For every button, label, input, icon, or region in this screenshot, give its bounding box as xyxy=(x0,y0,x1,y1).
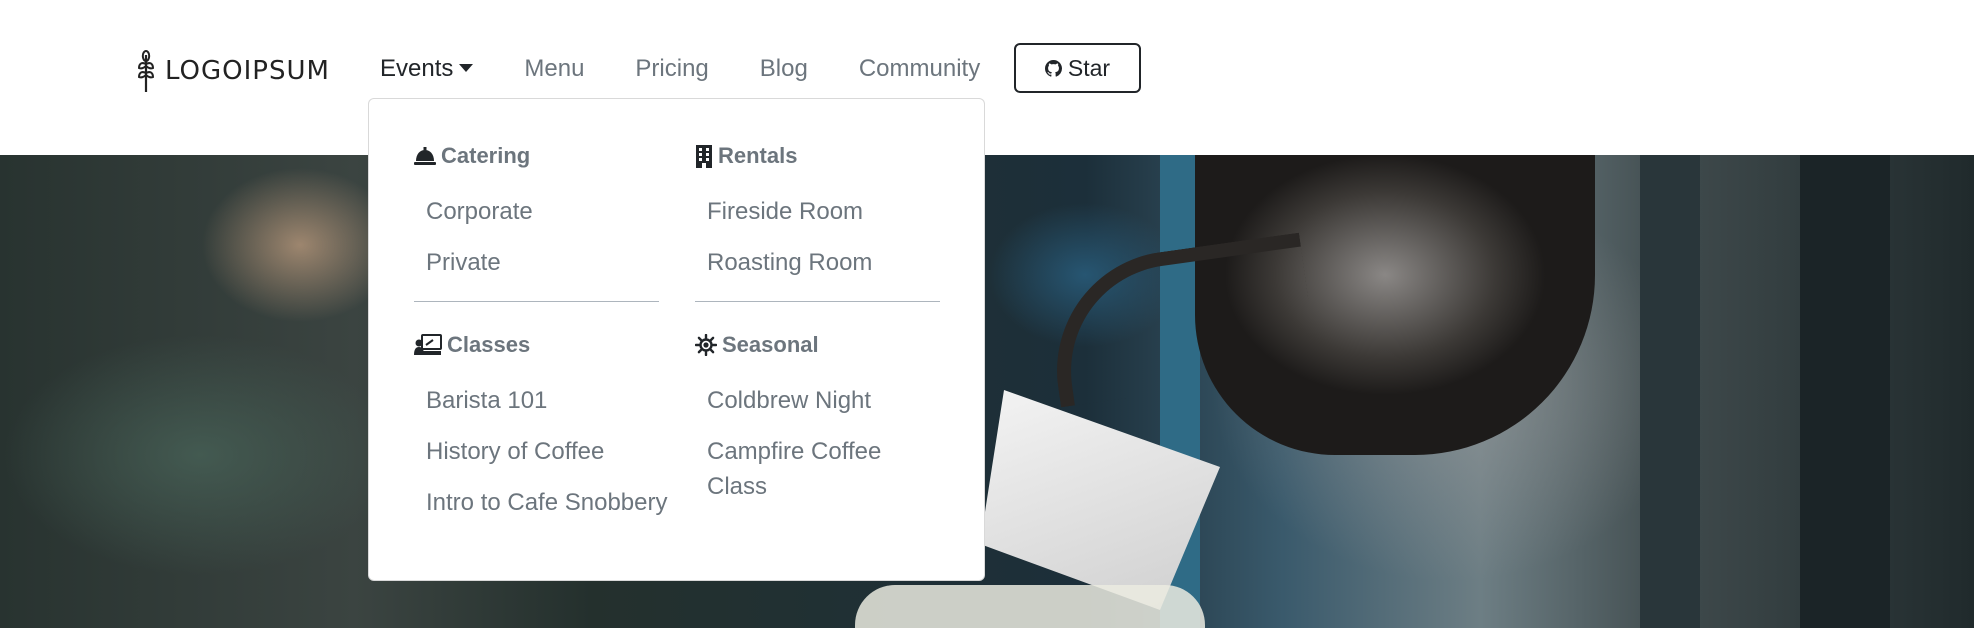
nav-item-blog[interactable]: Blog xyxy=(760,50,808,88)
github-icon xyxy=(1044,59,1062,77)
events-dropdown-menu: Catering Corporate Private Rentals Fires… xyxy=(368,98,985,581)
section-header-classes: Classes xyxy=(414,330,659,360)
section-title: Classes xyxy=(447,332,531,357)
hero-backdrop-pillar xyxy=(1640,155,1700,628)
section-seasonal: Seasonal Coldbrew Night Campfire Coffee … xyxy=(695,330,940,520)
section-title: Rentals xyxy=(718,143,798,168)
navbar: LOGOIPSUM Events Menu Pricing Blog Commu… xyxy=(0,0,1974,155)
dropdown-item-history-of-coffee[interactable]: History of Coffee xyxy=(414,434,659,469)
dropdown-item-roasting-room[interactable]: Roasting Room xyxy=(695,245,940,280)
building-icon xyxy=(696,144,712,168)
github-star-button[interactable]: Star xyxy=(1014,43,1141,93)
dropdown-item-fireside-room[interactable]: Fireside Room xyxy=(695,194,940,229)
section-header-catering: Catering xyxy=(414,141,659,171)
section-rentals: Rentals Fireside Room Roasting Room xyxy=(695,141,940,296)
wheat-icon xyxy=(137,50,155,92)
brand-name: LOGOIPSUM xyxy=(165,56,330,86)
dropdown-item-intro-to-cafe-snobbery[interactable]: Intro to Cafe Snobbery xyxy=(414,485,667,520)
bell-icon xyxy=(414,147,436,165)
hero-cup xyxy=(855,585,1205,628)
nav-item-events[interactable]: Events xyxy=(380,50,474,88)
nav-item-community[interactable]: Community xyxy=(859,50,980,88)
dropdown-item-corporate[interactable]: Corporate xyxy=(414,194,659,229)
hero-image xyxy=(0,155,1974,628)
section-title: Seasonal xyxy=(722,332,819,357)
nav-item-label: Events xyxy=(380,55,454,82)
nav-item-menu[interactable]: Menu xyxy=(524,50,584,88)
section-title: Catering xyxy=(441,143,531,168)
sun-icon xyxy=(695,334,717,356)
brand-logo[interactable]: LOGOIPSUM xyxy=(135,48,330,94)
section-divider xyxy=(414,301,659,302)
section-catering: Catering Corporate Private xyxy=(414,141,659,296)
star-button-label: Star xyxy=(1067,54,1111,81)
dropdown-item-barista-101[interactable]: Barista 101 xyxy=(414,383,659,418)
dropdown-item-coldbrew-night[interactable]: Coldbrew Night xyxy=(695,383,940,418)
caret-down-icon xyxy=(459,64,474,72)
section-header-seasonal: Seasonal xyxy=(695,330,940,360)
hero-backdrop-pillar xyxy=(1800,155,1890,628)
dropdown-item-campfire-coffee-class[interactable]: Campfire Coffee Class xyxy=(695,434,925,504)
dropdown-item-private[interactable]: Private xyxy=(414,245,659,280)
presentation-icon xyxy=(414,334,442,355)
section-header-rentals: Rentals xyxy=(695,141,940,171)
section-classes: Classes Barista 101 History of Coffee In… xyxy=(414,330,667,536)
nav-item-pricing[interactable]: Pricing xyxy=(635,50,708,88)
main-nav: Events Menu Pricing Blog Community xyxy=(380,50,1031,88)
section-divider xyxy=(695,301,940,302)
